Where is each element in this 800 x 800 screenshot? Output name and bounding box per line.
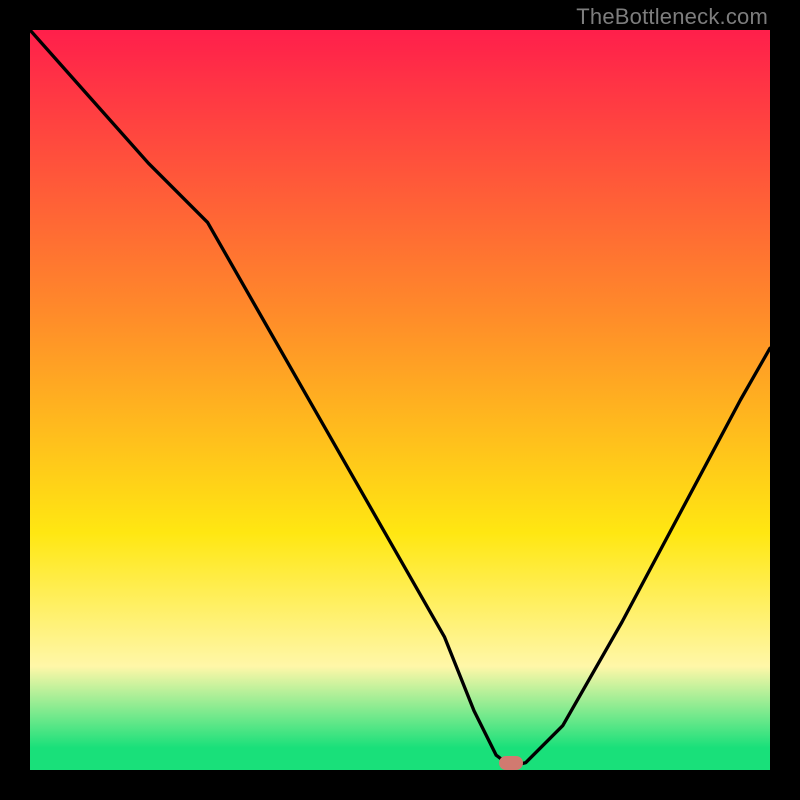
plot-area (30, 30, 770, 770)
watermark-text: TheBottleneck.com (576, 4, 768, 30)
bottleneck-curve (30, 30, 770, 770)
optimal-point-marker (499, 756, 523, 770)
chart-frame: TheBottleneck.com (0, 0, 800, 800)
curve-path (30, 30, 770, 766)
